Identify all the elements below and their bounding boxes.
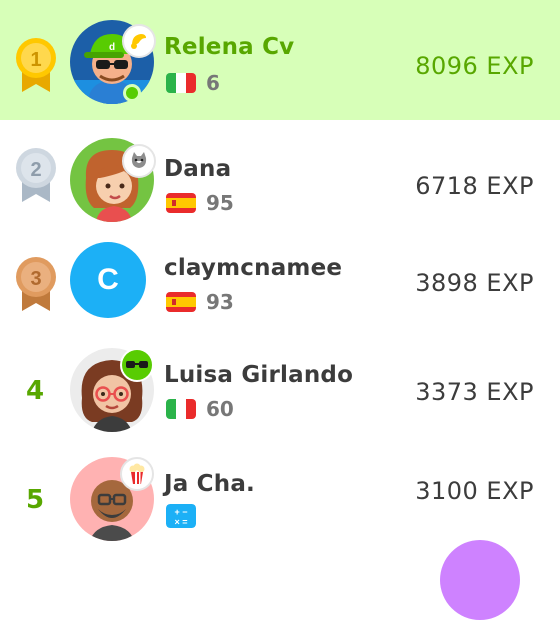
user-name: claymcnamee	[164, 255, 343, 281]
cat-icon	[122, 144, 156, 178]
user-meta: 95	[166, 190, 234, 216]
exp-value: 3373 EXP	[415, 378, 534, 406]
leaderboard-row-2[interactable]: 2 Dana 95 6718 EXP	[0, 120, 560, 229]
svg-text:× =: × =	[174, 517, 187, 527]
rank-number: 5	[25, 485, 45, 515]
user-name: Luisa Girlando	[164, 362, 354, 388]
silver-medal-icon: 2	[16, 148, 56, 202]
horn-icon	[122, 24, 156, 58]
spain-flag-icon	[166, 193, 196, 213]
bronze-medal-icon: 3	[16, 257, 56, 311]
leaderboard-row-4[interactable]: 4 Luisa Girlando 60 3373 EXP	[0, 338, 560, 447]
streak-count: 95	[206, 191, 234, 215]
streak-count: 6	[206, 71, 220, 95]
rank-cell: 1	[10, 34, 60, 94]
rank-number: 1	[30, 49, 41, 71]
cool-owl-icon	[120, 348, 154, 382]
streak-count: 60	[206, 397, 234, 421]
math-icon: + − × =	[166, 504, 196, 528]
exp-value: 6718 EXP	[415, 172, 534, 200]
svg-text:+ −: + −	[174, 507, 187, 517]
online-status-dot	[123, 84, 141, 102]
rank-cell: 4	[10, 360, 60, 420]
user-meta: 6	[166, 70, 220, 96]
svg-text:d: d	[109, 42, 115, 53]
leaderboard-row-3[interactable]: 3 C claymcnamee 93 3898 EXP	[0, 229, 560, 338]
floating-action-button[interactable]	[440, 540, 520, 620]
rank-cell: 5	[10, 469, 60, 529]
rank-cell: 3	[10, 253, 60, 313]
user-name: Relena Cv	[164, 34, 295, 60]
popcorn-icon	[120, 457, 154, 491]
italy-flag-icon	[166, 73, 196, 93]
user-meta: 93	[166, 289, 234, 315]
rank-number: 4	[25, 376, 45, 406]
italy-flag-icon	[166, 399, 196, 419]
rank-number: 2	[30, 159, 41, 181]
user-meta: + − × =	[166, 503, 206, 529]
exp-value: 3898 EXP	[415, 269, 534, 297]
avatar-letter: C	[97, 263, 119, 296]
exp-value: 3100 EXP	[415, 477, 534, 505]
avatar[interactable]: C	[70, 242, 146, 318]
rank-number: 3	[30, 268, 41, 290]
spain-flag-icon	[166, 292, 196, 312]
user-meta: 60	[166, 396, 234, 422]
rank-cell: 2	[10, 144, 60, 204]
streak-count: 93	[206, 290, 234, 314]
gold-medal-icon: 1	[16, 38, 56, 92]
user-name: Ja Cha.	[164, 471, 255, 497]
exp-value: 8096 EXP	[415, 52, 534, 80]
user-name: Dana	[164, 156, 232, 182]
leaderboard-row-1[interactable]: 1 d Relena Cv 6 8096 EXP	[0, 0, 560, 120]
leaderboard-list: 1 d Relena Cv 6 8096 EXP 2 Dana 95 6718 …	[0, 0, 560, 556]
